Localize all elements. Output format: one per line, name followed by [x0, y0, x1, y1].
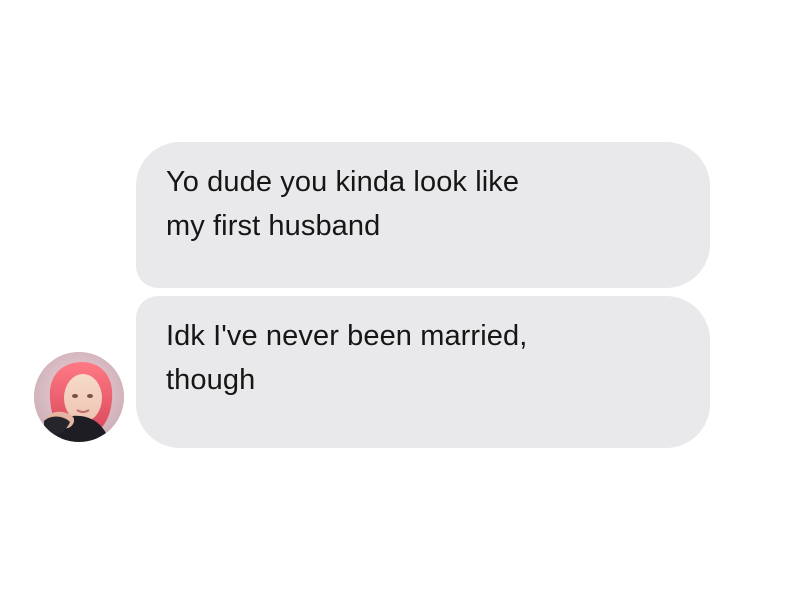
message-thread: Yo dude you kinda look like my first hus… [0, 0, 800, 600]
message-bubble-2[interactable]: Idk I've never been married, though [136, 296, 710, 448]
profile-photo-avatar-icon [34, 352, 124, 442]
message-bubble-1[interactable]: Yo dude you kinda look like my first hus… [136, 142, 710, 288]
sender-avatar[interactable] [34, 352, 124, 442]
